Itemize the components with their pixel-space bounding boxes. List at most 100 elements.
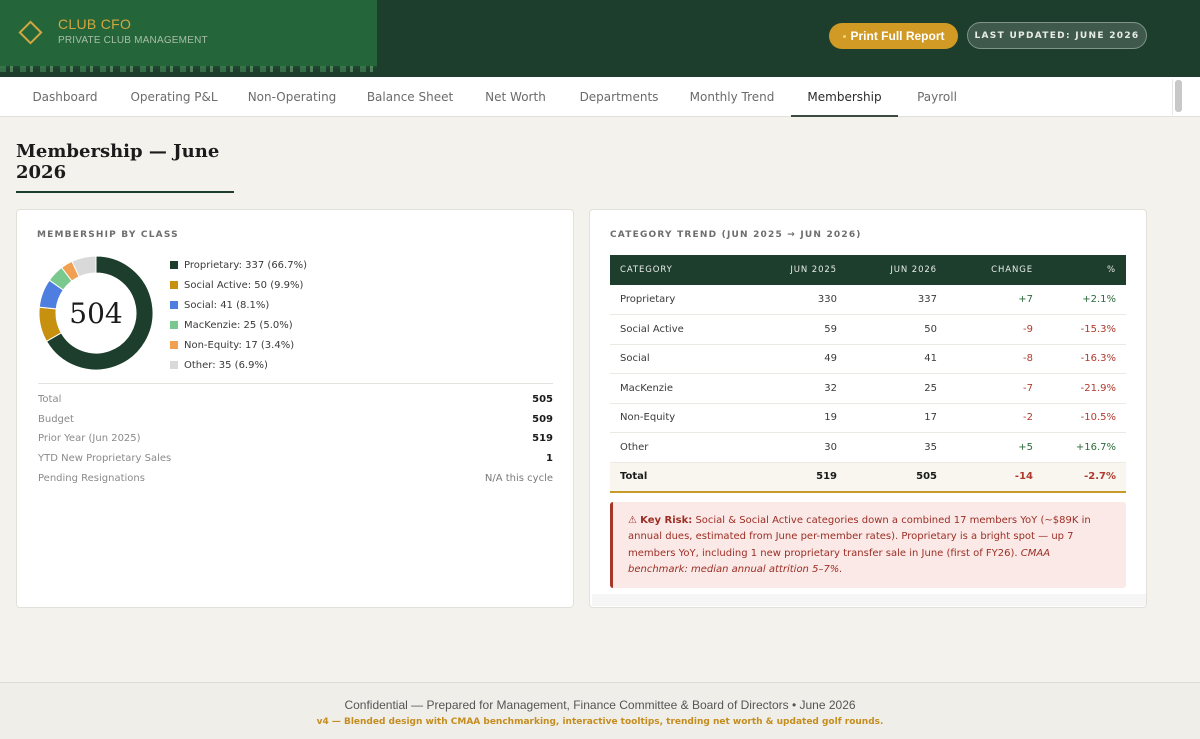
legend-label: Proprietary: 337 (66.7%) bbox=[184, 259, 307, 271]
column-header-percent: % bbox=[1043, 255, 1126, 285]
cell-category: Other bbox=[610, 432, 750, 463]
legend-label: MacKenzie: 25 (5.0%) bbox=[184, 319, 293, 331]
category-trend-table: CATEGORY JUN 2025 JUN 2026 CHANGE % Prop… bbox=[610, 255, 1126, 493]
cell-category: MacKenzie bbox=[610, 373, 750, 404]
stat-value: 505 bbox=[532, 394, 553, 406]
footer-confidential-text: Confidential — Prepared for Management, … bbox=[344, 698, 856, 712]
cell-category: Proprietary bbox=[610, 285, 750, 315]
cell-percent: -10.5% bbox=[1043, 403, 1126, 433]
table-header-row: CATEGORY JUN 2025 JUN 2026 CHANGE % bbox=[610, 255, 1126, 285]
cell-change: -2 bbox=[947, 403, 1043, 433]
tab-departments[interactable]: Departments bbox=[572, 77, 666, 117]
key-risk-callout: ⚠ Key Risk: Social & Social Active categ… bbox=[610, 502, 1126, 588]
column-header-change: CHANGE bbox=[947, 255, 1043, 285]
legend-label: Other: 35 (6.9%) bbox=[184, 359, 268, 371]
tab-scrollbar-thumb[interactable] bbox=[1175, 80, 1182, 112]
table-total-row: Total 519 505 -14 -2.7% bbox=[610, 462, 1126, 493]
table-row[interactable]: MacKenzie 32 25 -7 -21.9% bbox=[610, 373, 1126, 404]
legend-swatch bbox=[170, 301, 178, 309]
cell-jun-2026: 337 bbox=[847, 285, 947, 315]
legend-swatch bbox=[170, 341, 178, 349]
cell-jun-2025: 330 bbox=[750, 285, 847, 315]
cell-jun-2025: 30 bbox=[750, 432, 847, 463]
legend-item-social-active: Social Active: 50 (9.9%) bbox=[170, 275, 307, 295]
membership-donut-chart[interactable]: 504 bbox=[38, 255, 154, 371]
legend-item-other: Other: 35 (6.9%) bbox=[170, 355, 307, 375]
cell-category: Total bbox=[610, 462, 750, 493]
tab-net-worth[interactable]: Net Worth bbox=[475, 77, 556, 117]
stat-row-budget: Budget 509 bbox=[38, 410, 553, 430]
cell-percent: -16.3% bbox=[1043, 344, 1126, 374]
tab-monthly-trend[interactable]: Monthly Trend bbox=[681, 77, 783, 117]
legend-label: Non-Equity: 17 (3.4%) bbox=[184, 339, 295, 351]
cell-percent: +2.1% bbox=[1043, 285, 1126, 315]
cell-change: +7 bbox=[947, 285, 1043, 315]
cell-change: -14 bbox=[947, 462, 1043, 493]
legend-swatch bbox=[170, 261, 178, 269]
column-header-jun-2025: JUN 2025 bbox=[750, 255, 847, 285]
membership-by-class-label: MEMBERSHIP BY CLASS bbox=[37, 230, 179, 240]
cell-jun-2026: 25 bbox=[847, 373, 947, 404]
tab-dashboard[interactable]: Dashboard bbox=[22, 77, 108, 117]
stat-value: 1 bbox=[546, 453, 553, 465]
legend-swatch bbox=[170, 361, 178, 369]
column-header-category: CATEGORY bbox=[610, 255, 750, 285]
legend-item-proprietary: Proprietary: 337 (66.7%) bbox=[170, 255, 307, 275]
cell-jun-2026: 17 bbox=[847, 403, 947, 433]
legend-label: Social: 41 (8.1%) bbox=[184, 299, 270, 311]
cell-jun-2026: 50 bbox=[847, 314, 947, 345]
cell-category: Social bbox=[610, 344, 750, 374]
stat-row-total: Total 505 bbox=[38, 390, 553, 410]
tab-operating-pl[interactable]: Operating P&L bbox=[122, 77, 226, 117]
tab-membership[interactable]: Membership bbox=[791, 77, 898, 117]
stat-value: 519 bbox=[532, 433, 553, 445]
last-updated-badge: LAST UPDATED: JUNE 2026 bbox=[967, 22, 1147, 49]
tab-non-operating[interactable]: Non-Operating bbox=[240, 77, 344, 117]
table-row[interactable]: Social 49 41 -8 -16.3% bbox=[610, 344, 1126, 374]
cell-change: -8 bbox=[947, 344, 1043, 374]
stat-row-pending-resignations: Pending Resignations N/A this cycle bbox=[38, 468, 553, 488]
warning-icon: ⚠ bbox=[628, 515, 637, 526]
category-trend-card: CATEGORY TREND (JUN 2025 → JUN 2026) CAT… bbox=[589, 209, 1147, 608]
page-title: Membership — June 2026 bbox=[16, 141, 234, 193]
printer-icon bbox=[842, 34, 846, 38]
tab-balance-sheet[interactable]: Balance Sheet bbox=[359, 77, 461, 117]
cell-percent: -15.3% bbox=[1043, 314, 1126, 345]
cell-percent: +16.7% bbox=[1043, 432, 1126, 463]
tab-bar: Dashboard Operating P&L Non-Operating Ba… bbox=[0, 77, 1200, 117]
stat-label: Prior Year (Jun 2025) bbox=[38, 433, 141, 445]
page-footer: Confidential — Prepared for Management, … bbox=[0, 682, 1200, 739]
table-row[interactable]: Proprietary 330 337 +7 +2.1% bbox=[610, 285, 1126, 315]
stat-row-ytd-new-proprietary: YTD New Proprietary Sales 1 bbox=[38, 449, 553, 469]
cell-jun-2026: 505 bbox=[847, 462, 947, 493]
key-risk-heading: Key Risk: bbox=[640, 515, 693, 526]
table-row[interactable]: Non-Equity 19 17 -2 -10.5% bbox=[610, 403, 1126, 433]
membership-by-class-card: MEMBERSHIP BY CLASS 504 Proprietary: 337… bbox=[16, 209, 574, 608]
cell-jun-2025: 32 bbox=[750, 373, 847, 404]
table-row[interactable]: Social Active 59 50 -9 -15.3% bbox=[610, 314, 1126, 345]
legend-item-social: Social: 41 (8.1%) bbox=[170, 295, 307, 315]
app-title: CLUB CFO bbox=[58, 16, 132, 32]
legend-swatch bbox=[170, 281, 178, 289]
cell-change: -7 bbox=[947, 373, 1043, 404]
cell-jun-2025: 19 bbox=[750, 403, 847, 433]
stat-label: YTD New Proprietary Sales bbox=[38, 453, 172, 465]
tab-payroll[interactable]: Payroll bbox=[907, 77, 967, 117]
cell-percent: -2.7% bbox=[1043, 462, 1126, 493]
cell-jun-2025: 59 bbox=[750, 314, 847, 345]
cell-jun-2025: 49 bbox=[750, 344, 847, 374]
cell-jun-2026: 41 bbox=[847, 344, 947, 374]
cell-change: -9 bbox=[947, 314, 1043, 345]
cell-category: Non-Equity bbox=[610, 403, 750, 433]
table-row[interactable]: Other 30 35 +5 +16.7% bbox=[610, 432, 1126, 463]
cell-jun-2026: 35 bbox=[847, 432, 947, 463]
stat-label: Pending Resignations bbox=[38, 472, 145, 484]
print-full-report-button[interactable]: Print Full Report bbox=[829, 23, 958, 49]
donut-center-value: 504 bbox=[69, 296, 123, 330]
legend-swatch bbox=[170, 321, 178, 329]
donut-legend: Proprietary: 337 (66.7%) Social Active: … bbox=[170, 255, 307, 375]
cell-category: Social Active bbox=[610, 314, 750, 345]
print-button-label: Print Full Report bbox=[850, 29, 945, 43]
card-bottom-fill bbox=[592, 594, 1146, 606]
stat-row-prior-year: Prior Year (Jun 2025) 519 bbox=[38, 429, 553, 449]
